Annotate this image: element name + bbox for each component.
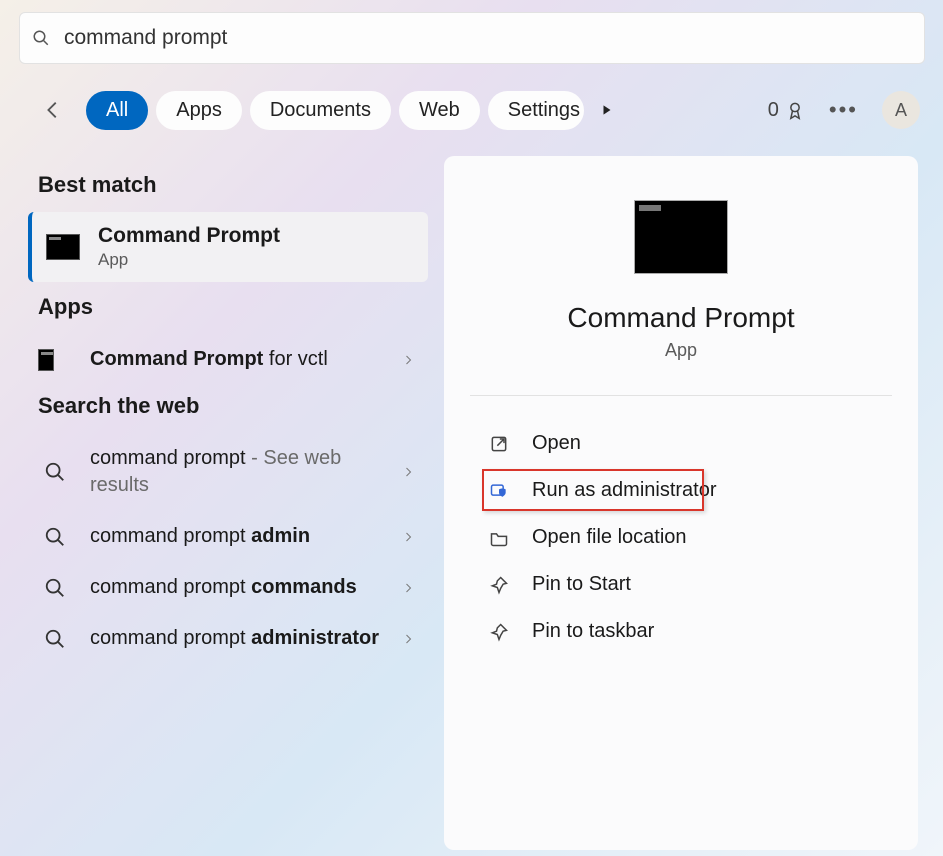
rewards-score[interactable]: 0 — [768, 99, 805, 122]
details-panel: Command Prompt App Open Run as administr… — [444, 156, 918, 850]
web-result-item[interactable]: command prompt admin — [28, 511, 428, 562]
avatar[interactable]: A — [882, 91, 920, 129]
web-result-label: command prompt - See web results — [90, 445, 402, 499]
details-subtitle: App — [665, 340, 697, 361]
chevron-right-icon — [402, 466, 414, 478]
action-label: Pin to taskbar — [532, 620, 654, 643]
chevron-right-icon — [402, 531, 414, 543]
web-result-label: command prompt administrator — [90, 625, 402, 652]
search-icon — [44, 628, 66, 650]
apps-header: Apps — [38, 294, 428, 320]
open-icon — [489, 434, 509, 454]
avatar-letter: A — [895, 100, 907, 121]
folder-icon — [489, 528, 509, 548]
search-web-header: Search the web — [38, 393, 428, 419]
app-result-label: Command Prompt for vctl — [90, 346, 402, 373]
search-icon — [44, 461, 66, 483]
action-list: Open Run as administrator Open file loca… — [488, 420, 874, 655]
results-left-column: Best match Command Prompt App Apps Comma… — [28, 164, 428, 664]
search-input[interactable] — [64, 13, 912, 63]
app-large-icon — [634, 200, 728, 274]
pin-icon — [489, 622, 509, 642]
chevron-right-icon — [402, 633, 414, 645]
app-result-item[interactable]: Command Prompt for vctl — [28, 334, 428, 385]
action-pin-to-start[interactable]: Pin to Start — [488, 561, 874, 608]
filter-tabs: All Apps Documents Web Settings — [86, 91, 584, 130]
chevron-right-icon — [402, 582, 414, 594]
more-button[interactable]: ••• — [829, 97, 858, 123]
action-run-as-admin[interactable]: Run as administrator — [488, 467, 874, 514]
web-result-label: command prompt admin — [90, 523, 402, 550]
best-match-subtitle: App — [98, 250, 280, 270]
tab-apps[interactable]: Apps — [156, 91, 242, 130]
cmd-icon — [46, 234, 80, 260]
medal-icon — [785, 100, 805, 120]
best-match-title: Command Prompt — [98, 224, 280, 248]
tab-row: All Apps Documents Web Settings 0 ••• A — [40, 86, 920, 134]
shield-icon — [489, 481, 509, 501]
divider — [470, 395, 892, 396]
tab-overflow-arrow[interactable] — [592, 95, 622, 125]
web-result-item[interactable]: command prompt administrator — [28, 613, 428, 664]
cmd-icon — [38, 349, 54, 371]
tab-documents[interactable]: Documents — [250, 91, 391, 130]
action-open[interactable]: Open — [488, 420, 874, 467]
tab-web[interactable]: Web — [399, 91, 480, 130]
web-result-item[interactable]: command prompt - See web results — [28, 433, 428, 511]
action-label: Open — [532, 432, 581, 455]
search-bar[interactable] — [19, 12, 925, 64]
details-title: Command Prompt — [567, 302, 794, 334]
search-icon — [44, 577, 66, 599]
search-icon — [44, 526, 66, 548]
action-pin-to-taskbar[interactable]: Pin to taskbar — [488, 608, 874, 655]
score-value: 0 — [768, 99, 779, 122]
action-label: Open file location — [532, 526, 687, 549]
search-icon — [32, 29, 50, 47]
action-open-file-location[interactable]: Open file location — [488, 514, 874, 561]
web-result-label: command prompt commands — [90, 574, 402, 601]
pin-icon — [489, 575, 509, 595]
web-result-item[interactable]: command prompt commands — [28, 562, 428, 613]
action-label: Run as administrator — [532, 479, 717, 502]
tab-all[interactable]: All — [86, 91, 148, 130]
chevron-right-icon — [402, 354, 414, 366]
best-match-header: Best match — [38, 172, 428, 198]
tab-settings[interactable]: Settings — [488, 91, 584, 130]
action-label: Pin to Start — [532, 573, 631, 596]
back-button[interactable] — [40, 97, 66, 123]
best-match-item[interactable]: Command Prompt App — [28, 212, 428, 282]
